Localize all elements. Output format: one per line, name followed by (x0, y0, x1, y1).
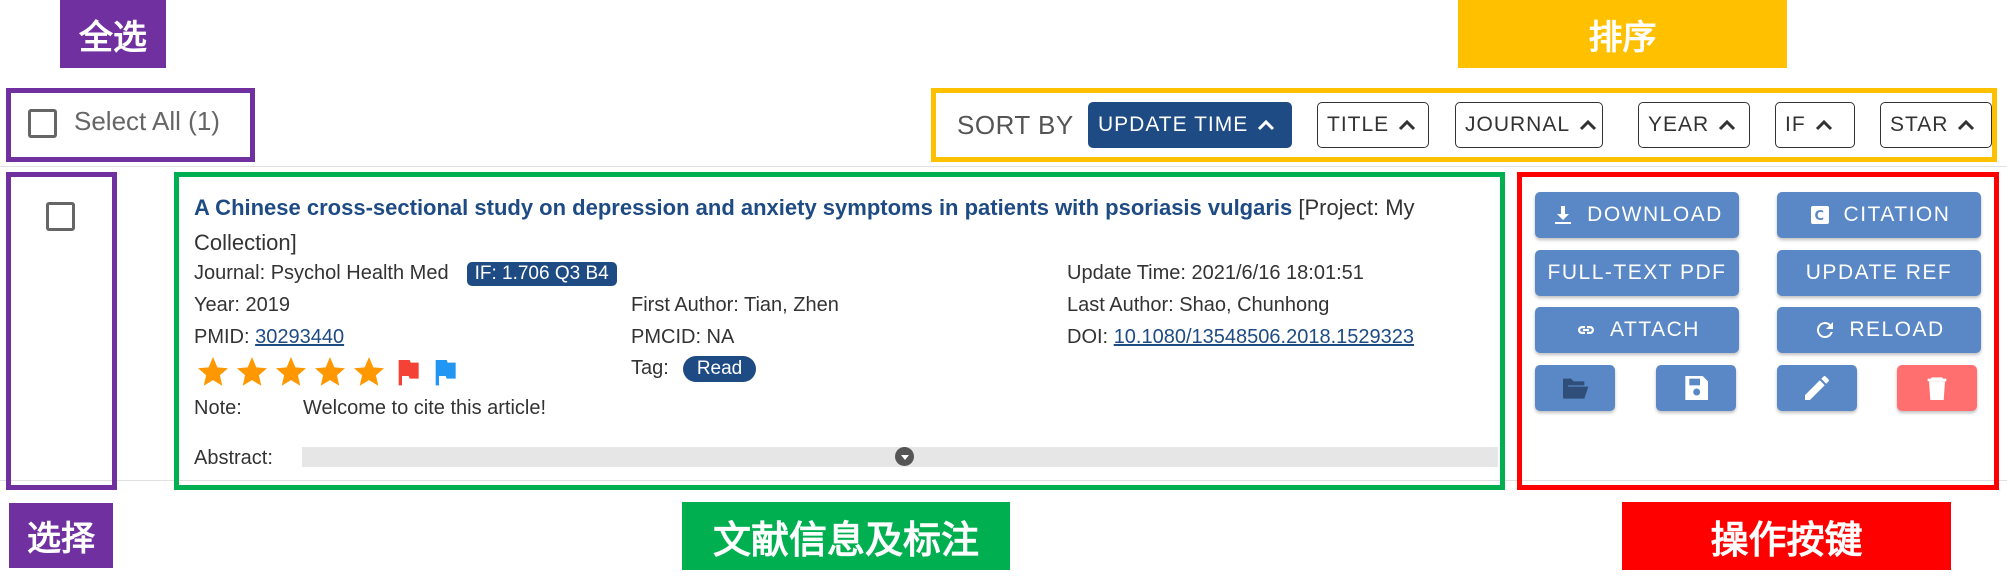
annotation-actions-tag: 操作按键 (1622, 502, 1951, 570)
annotation-record-info-tag: 文献信息及标注 (682, 502, 1010, 570)
annotation-sort-tag: 排序 (1458, 0, 1787, 68)
annotation-select-tag: 选择 (9, 503, 113, 568)
select-highlight-frame (6, 172, 117, 490)
actions-highlight-frame (1517, 172, 1999, 490)
record-info-highlight-frame (174, 172, 1505, 490)
toolbar-divider (0, 166, 2007, 167)
sort-highlight-frame (931, 88, 1997, 162)
annotation-select-all-tag: 全选 (60, 0, 166, 68)
select-all-highlight-frame (6, 88, 255, 162)
